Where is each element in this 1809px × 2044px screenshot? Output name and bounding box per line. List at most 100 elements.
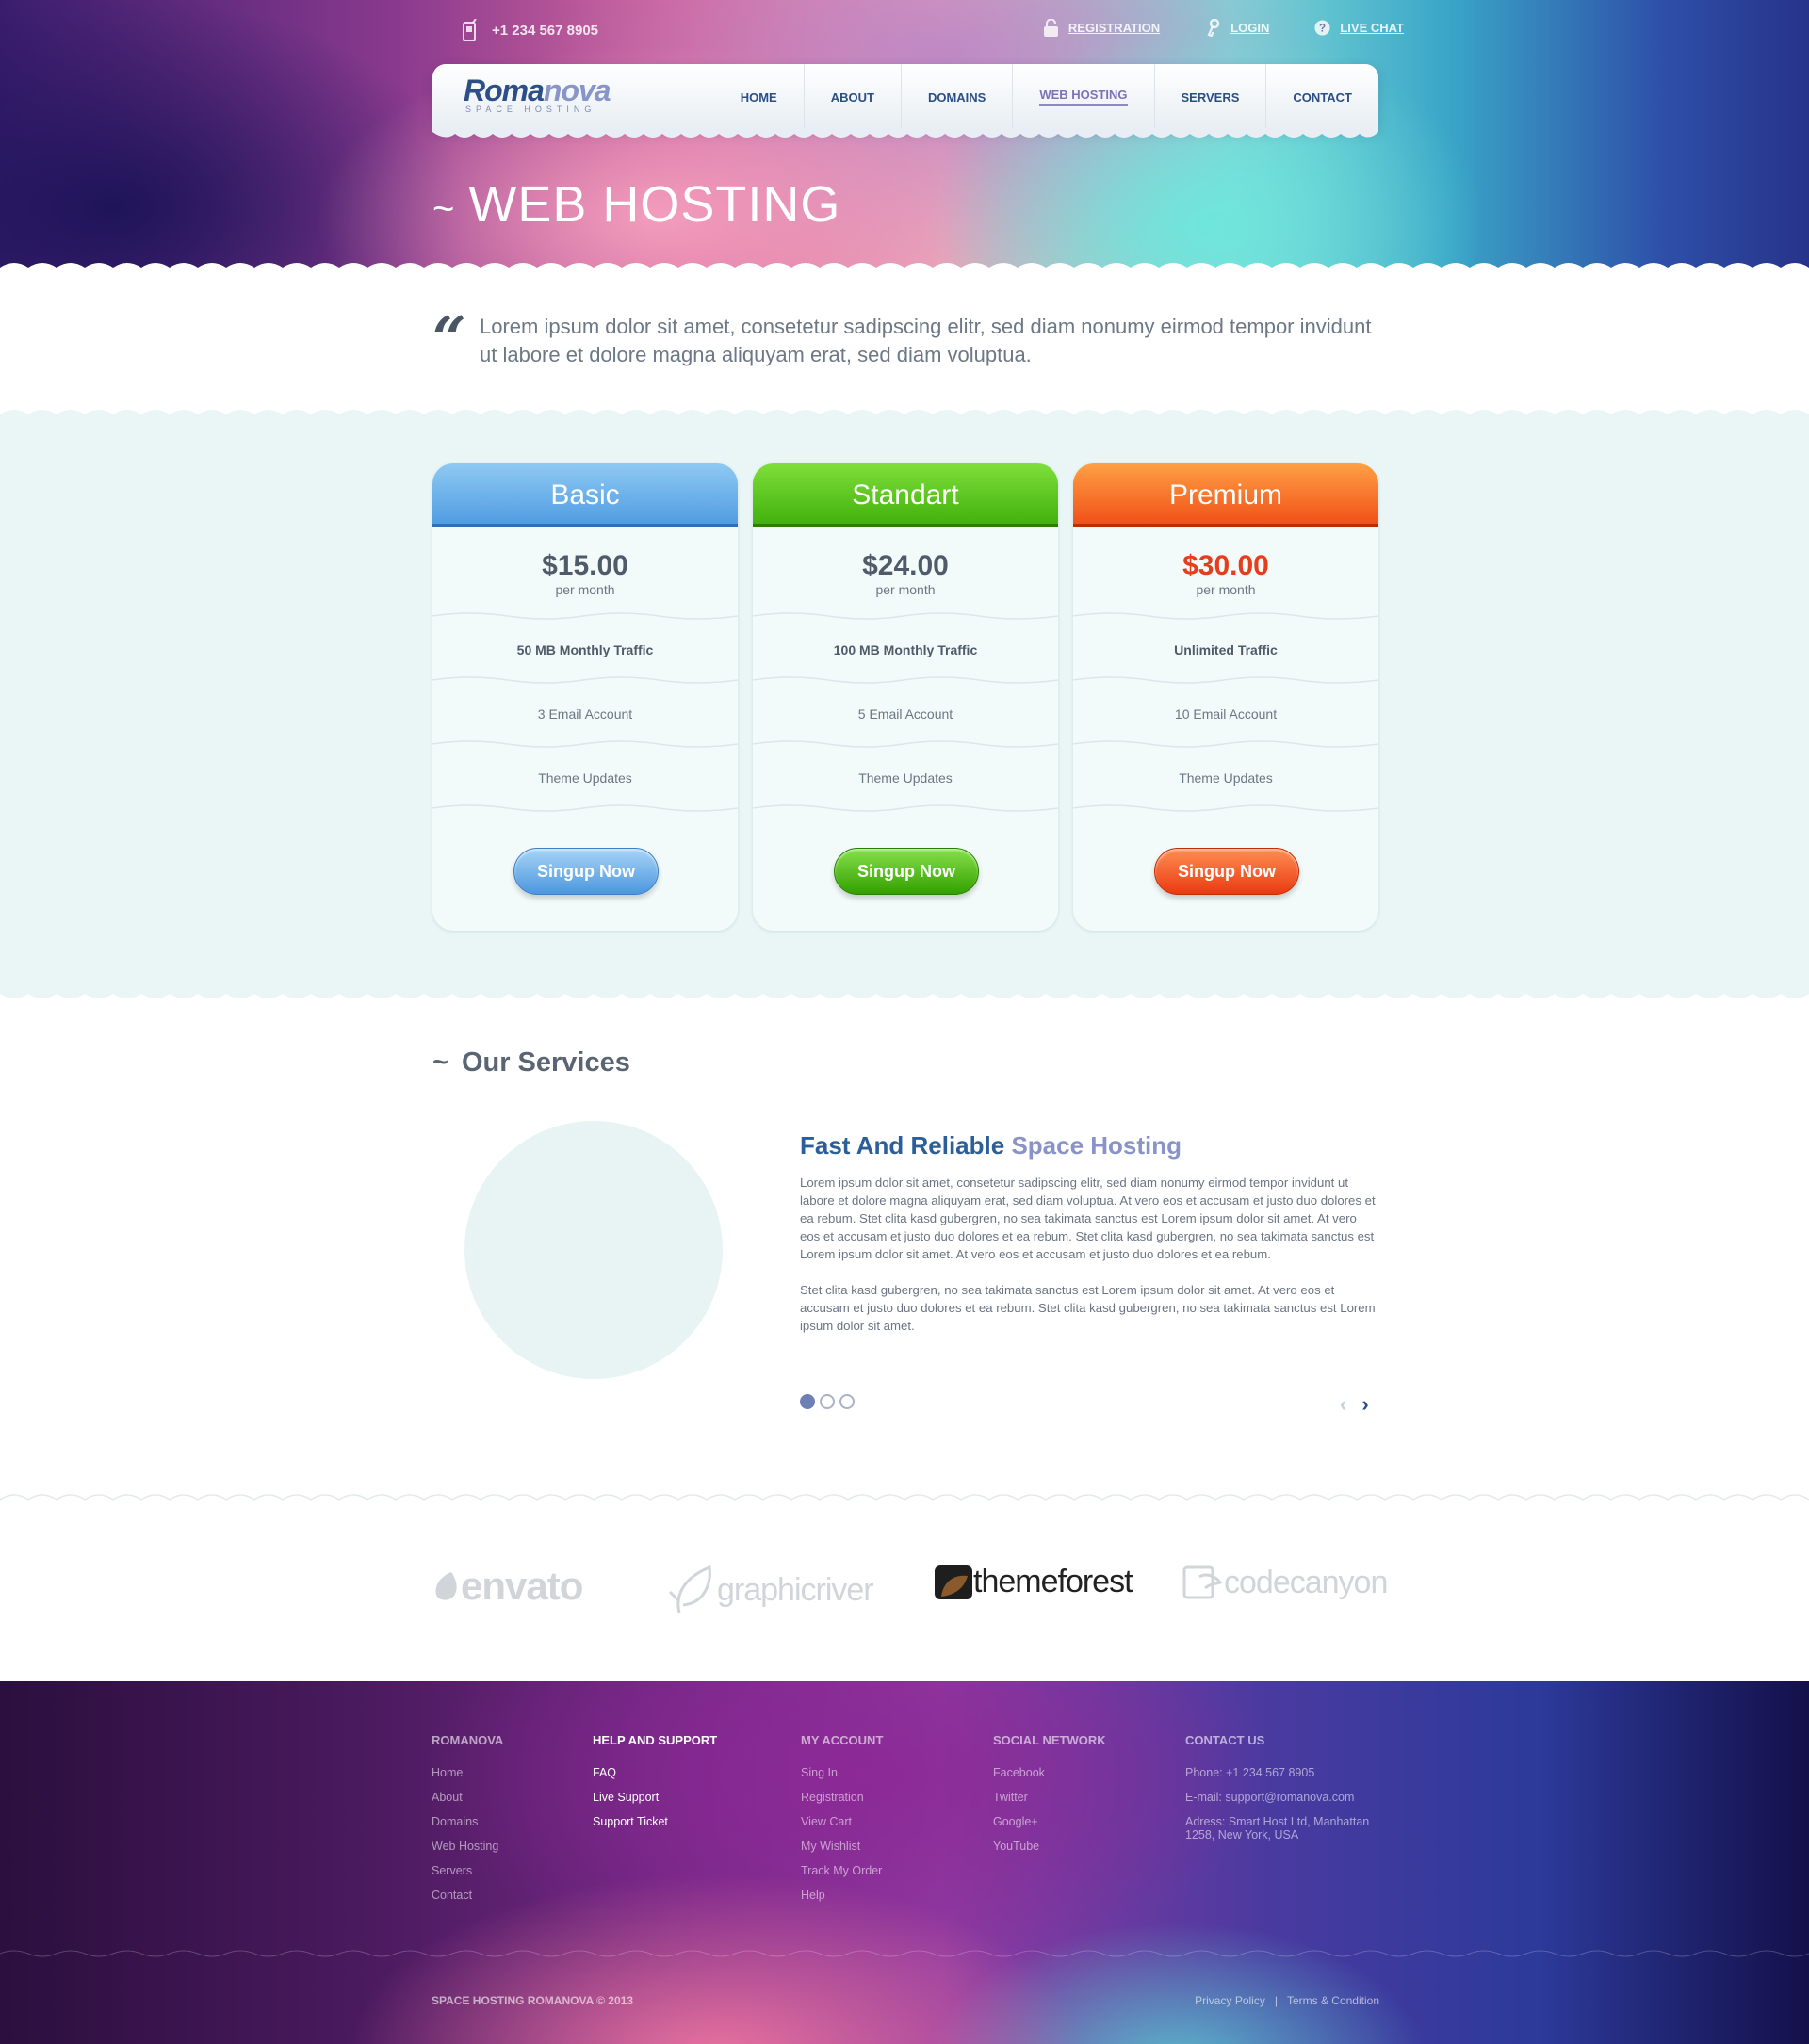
lock-icon <box>1043 19 1058 37</box>
login-link[interactable]: LOGIN <box>1205 19 1269 37</box>
footer-link-home[interactable]: Home <box>432 1760 503 1785</box>
plan-feature-email: 3 Email Account <box>537 706 633 722</box>
slider-dot-1[interactable] <box>800 1394 815 1409</box>
partner-name: codecanyon <box>1224 1564 1388 1600</box>
slider-dots <box>800 1394 855 1409</box>
registration-link[interactable]: REGISTRATION <box>1043 19 1160 37</box>
nav-item-servers[interactable]: SERVERS <box>1153 64 1266 130</box>
service-heading: Fast And Reliable Space Hosting <box>800 1131 1182 1160</box>
footer-link-contact[interactable]: Contact <box>432 1883 503 1907</box>
footer-link-support-ticket[interactable]: Support Ticket <box>593 1809 717 1834</box>
footer-link-about[interactable]: About <box>432 1785 503 1809</box>
signup-button-premium[interactable]: Singup Now <box>1154 848 1299 895</box>
key-icon <box>1207 19 1220 37</box>
svg-text:?: ? <box>1319 23 1326 35</box>
plan-name: Basic <box>550 479 620 511</box>
services-tilde: ~ <box>432 1047 448 1078</box>
plan-price: $15.00 <box>542 550 628 581</box>
nav-item-domains[interactable]: DOMAINS <box>900 64 1012 130</box>
footer-link-web-hosting[interactable]: Web Hosting <box>432 1834 503 1858</box>
plan-period: per month <box>1196 582 1256 597</box>
privacy-policy-link[interactable]: Privacy Policy <box>1195 1994 1265 2007</box>
nav-item-about[interactable]: ABOUT <box>803 64 901 130</box>
partner-graphicriver[interactable]: graphicriver <box>666 1564 874 1616</box>
footer-address-line2: 1258, New York, USA <box>1185 1828 1299 1841</box>
partner-themeforest[interactable]: themeforest <box>934 1564 1133 1600</box>
footer-link-facebook[interactable]: Facebook <box>993 1760 1106 1785</box>
footer-bottom-links: Privacy Policy | Terms & Condition <box>1195 1994 1379 2007</box>
partner-logos: envato graphicriver themeforest codecany… <box>432 1564 1388 1620</box>
plan-header: Basic <box>432 463 738 527</box>
nav-item-home[interactable]: HOME <box>714 64 804 130</box>
chevron-right-icon[interactable]: › <box>1361 1392 1368 1417</box>
slider-dot-3[interactable] <box>839 1394 855 1409</box>
plan-feature-updates: Theme Updates <box>1179 771 1273 786</box>
plan-name: Standart <box>852 479 959 511</box>
plan-feature-traffic: Unlimited Traffic <box>1174 642 1278 657</box>
slider-dot-2[interactable] <box>820 1394 835 1409</box>
signup-button-basic[interactable]: Singup Now <box>513 848 659 895</box>
chevron-left-icon[interactable]: ‹ <box>1340 1392 1346 1417</box>
phone-contact: +1 234 567 8905 <box>462 19 598 41</box>
footer-link-twitter[interactable]: Twitter <box>993 1785 1106 1809</box>
plan-period: per month <box>555 582 615 597</box>
nav-item-contact[interactable]: CONTACT <box>1265 64 1378 130</box>
nav-item-web-hosting[interactable]: WEB HOSTING <box>1012 64 1153 130</box>
title-tilde: ~ <box>432 188 456 230</box>
service-image-placeholder <box>464 1121 723 1379</box>
footer-link-registration[interactable]: Registration <box>801 1785 883 1809</box>
plan-feature-email: 5 Email Account <box>857 706 953 722</box>
main-navbar: Romanova SPACE HOSTING HOME ABOUT DOMAIN… <box>432 64 1378 138</box>
plan-divider <box>1073 804 1378 812</box>
signup-button-standart[interactable]: Singup Now <box>834 848 979 895</box>
partner-codecanyon[interactable]: codecanyon <box>1182 1564 1388 1601</box>
footer-link-separator: | <box>1274 1994 1278 2007</box>
live-chat-link[interactable]: ? LIVE CHAT <box>1314 19 1404 37</box>
service-description: Lorem ipsum dolor sit amet, consetetur s… <box>800 1174 1379 1335</box>
footer-col-social: SOCIAL NETWORK Facebook Twitter Google+ … <box>993 1733 1106 1858</box>
terms-link[interactable]: Terms & Condition <box>1287 1994 1379 2007</box>
leaf-icon <box>668 1565 711 1614</box>
footer-wave-edge <box>0 1668 1809 1679</box>
logo[interactable]: Romanova SPACE HOSTING <box>464 73 611 114</box>
plan-price: $30.00 <box>1182 550 1269 581</box>
live-chat-label: LIVE CHAT <box>1340 21 1404 35</box>
service-paragraph: Stet clita kasd gubergren, no sea takima… <box>800 1283 1376 1333</box>
page-title: ~ WEB HOSTING <box>432 175 840 234</box>
plan-card-basic: Basic $15.00 per month 50 MB Monthly Tra… <box>432 463 738 931</box>
footer-link-faq[interactable]: FAQ <box>593 1760 717 1785</box>
service-heading-accent: Space Hosting <box>1011 1131 1182 1160</box>
footer-col-title: HELP AND SUPPORT <box>593 1733 718 1747</box>
partner-envato[interactable]: envato <box>432 1564 583 1609</box>
footer-link-help[interactable]: Help <box>801 1883 883 1907</box>
leaf-icon <box>435 1572 457 1600</box>
nav-label: SERVERS <box>1181 89 1240 105</box>
footer-col-contact: CONTACT US Phone: +1 234 567 8905 E-mail… <box>1185 1733 1383 1841</box>
plan-period: per month <box>875 582 936 597</box>
footer-link-view-cart[interactable]: View Cart <box>801 1809 883 1834</box>
footer-link-servers[interactable]: Servers <box>432 1858 503 1883</box>
footer-email: E-mail: support@romanova.com <box>1185 1791 1355 1804</box>
partner-name: envato <box>461 1564 583 1608</box>
quote-mark-icon: “ <box>432 303 466 372</box>
footer-link-live-support[interactable]: Live Support <box>593 1785 717 1809</box>
footer-link-google-plus[interactable]: Google+ <box>993 1809 1106 1834</box>
copyright: SPACE HOSTING ROMANOVA © 2013 <box>432 1994 633 2007</box>
plan-card-premium: Premium $30.00 per month Unlimited Traff… <box>1073 463 1378 931</box>
nav-label: WEB HOSTING <box>1039 88 1128 106</box>
footer-link-youtube[interactable]: YouTube <box>993 1834 1106 1858</box>
footer-link-wishlist[interactable]: My Wishlist <box>801 1834 883 1858</box>
plan-divider <box>753 676 1058 684</box>
footer-link-sign-in[interactable]: Sing In <box>801 1760 883 1785</box>
help-icon: ? <box>1314 20 1330 36</box>
footer-link-domains[interactable]: Domains <box>432 1809 503 1834</box>
pricing-section: Basic $15.00 per month 50 MB Monthly Tra… <box>0 410 1809 998</box>
plan-divider <box>1073 676 1378 684</box>
plan-divider <box>1073 740 1378 748</box>
service-heading-main: Fast And Reliable <box>800 1131 1005 1160</box>
section-separator-wave <box>0 1494 1809 1501</box>
logo-name-main: Roma <box>464 73 545 107</box>
footer-col-title: CONTACT US <box>1185 1733 1265 1747</box>
footer-link-track-order[interactable]: Track My Order <box>801 1858 883 1883</box>
nav-label: DOMAINS <box>927 89 986 105</box>
